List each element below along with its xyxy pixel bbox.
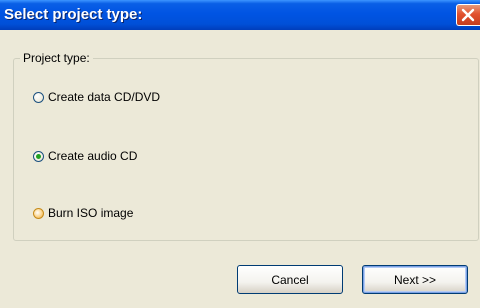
next-button[interactable]: Next >>: [362, 265, 468, 294]
dialog-title: Select project type:: [4, 6, 143, 23]
radio-label-audio-cd[interactable]: Create audio CD: [48, 149, 137, 163]
radio-label-data-cd-dvd[interactable]: Create data CD/DVD: [48, 90, 160, 104]
close-button[interactable]: [456, 4, 480, 26]
cancel-button[interactable]: Cancel: [237, 265, 343, 294]
title-bar[interactable]: Select project type:: [0, 0, 480, 30]
radio-option-burn-iso[interactable]: Burn ISO image: [33, 205, 133, 221]
radio-button-data-cd-dvd[interactable]: [33, 91, 44, 103]
project-type-legend: Project type:: [20, 50, 93, 66]
close-icon: [461, 8, 475, 22]
radio-label-burn-iso[interactable]: Burn ISO image: [48, 206, 133, 220]
radio-option-audio-cd[interactable]: Create audio CD: [33, 148, 137, 164]
radio-button-burn-iso[interactable]: [33, 207, 44, 219]
radio-option-data-cd-dvd[interactable]: Create data CD/DVD: [33, 89, 160, 105]
radio-button-audio-cd[interactable]: [33, 150, 44, 162]
